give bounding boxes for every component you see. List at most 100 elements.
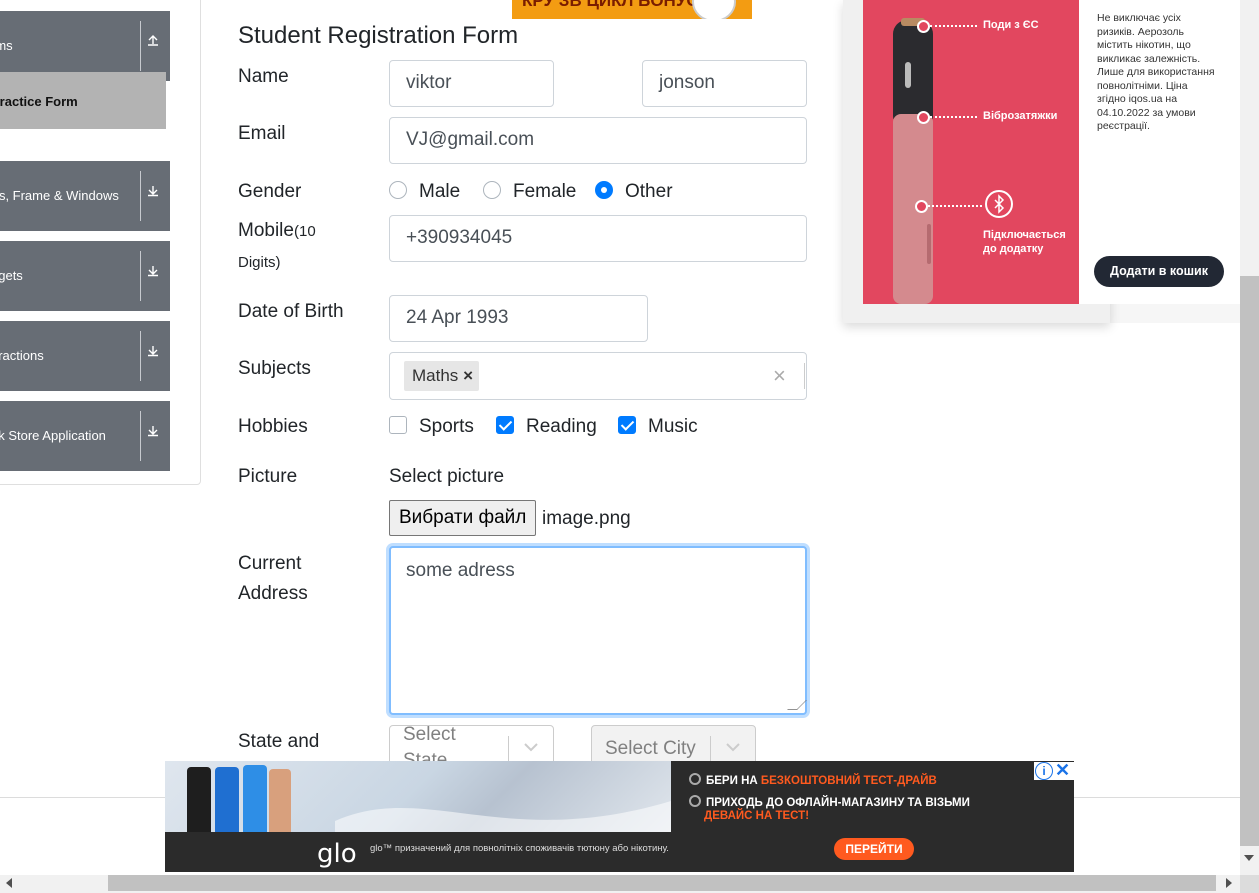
hobby-sports-checkbox[interactable]: Sports <box>389 416 474 438</box>
divider <box>508 736 509 762</box>
email-label: Email <box>238 123 286 144</box>
state-placeholder: Select <box>403 725 456 745</box>
divider <box>140 251 141 301</box>
info-icon[interactable]: i <box>1035 762 1053 780</box>
subjects-label: Subjects <box>238 358 311 379</box>
top-ad-fineprint <box>752 0 845 19</box>
add-to-cart-button[interactable]: Додати в кошик <box>1094 256 1224 287</box>
radio-button[interactable] <box>389 181 407 199</box>
hobby-reading-checkbox[interactable]: Reading <box>496 416 597 438</box>
mobile-label-text: Mobile <box>238 220 294 241</box>
scroll-left-icon[interactable] <box>6 878 12 888</box>
state-city-label: State and <box>238 731 320 752</box>
address-label-line2: Address <box>238 583 308 604</box>
chosen-file-name: image.png <box>542 508 631 529</box>
feature-dot-icon <box>917 20 930 33</box>
vertical-scrollbar[interactable] <box>1240 0 1259 875</box>
sidebar-group-label: ok Store Application <box>0 428 106 443</box>
ad-fineprint: glo™ призначений для повнолітніх спожива… <box>370 843 669 854</box>
hobby-music-checkbox[interactable]: Music <box>618 416 698 438</box>
chip-remove-icon[interactable]: × <box>463 361 473 391</box>
mobile-hint-digits: Digits) <box>238 254 281 271</box>
scroll-down-icon[interactable] <box>1244 855 1254 861</box>
choose-file-button[interactable]: Вибрати файл <box>389 500 537 536</box>
chevron-down-icon[interactable] <box>521 736 541 756</box>
gender-male-radio[interactable]: Male <box>389 181 460 203</box>
sidebar-group-alerts[interactable]: rts, Frame & Windows <box>0 161 170 231</box>
sidebar-panel: rms Practice Form rts, Frame & Windows d… <box>0 0 201 485</box>
sidebar-item-practice-form[interactable]: Practice Form <box>0 72 166 129</box>
chevron-down-icon[interactable] <box>723 736 743 756</box>
bullet-icon <box>689 795 701 807</box>
radio-button[interactable] <box>483 181 501 199</box>
checkbox-label: Music <box>648 416 698 437</box>
ad-line-2-highlight: ДЕВАЙС НА ТЕСТ! <box>704 810 810 822</box>
feature-dot-icon <box>915 200 928 213</box>
mobile-label: Mobile(10 <box>238 220 316 242</box>
clear-icon[interactable]: × <box>773 363 786 389</box>
sidebar-group-forms[interactable]: rms <box>0 11 170 81</box>
go-button[interactable]: ПЕРЕЙТИ <box>834 838 914 860</box>
gender-label: Gender <box>238 181 302 202</box>
scrollbar-corner <box>1240 875 1259 893</box>
glo-logo: glo <box>317 839 357 869</box>
checkbox-checked[interactable] <box>496 416 514 434</box>
clock-icon <box>692 0 736 19</box>
ad-controls: i ✕ <box>1034 761 1074 781</box>
sidebar-group-label: rts, Frame & Windows <box>0 188 119 203</box>
upload-icon[interactable] <box>143 33 163 50</box>
checkbox-label: Sports <box>419 416 474 437</box>
device-image-icon <box>893 18 933 304</box>
date-of-birth-input[interactable]: 24 Apr 1993 <box>389 295 648 342</box>
download-icon[interactable] <box>143 183 163 200</box>
first-name-input[interactable]: viktor <box>389 60 554 107</box>
top-ad-banner[interactable]: КРУ ЗВ ЦИКЛ БОНУС <box>512 0 845 19</box>
bottom-ad-banner[interactable]: glo glo™ призначений для повнолітніх спо… <box>165 761 1074 872</box>
download-icon[interactable] <box>143 263 163 280</box>
radio-label: Other <box>625 181 673 202</box>
scrollbar-thumb[interactable] <box>108 875 1216 891</box>
ad-product-panel <box>863 0 1079 304</box>
subjects-input[interactable]: Maths × × <box>389 352 807 400</box>
picture-label: Picture <box>238 466 298 487</box>
ad-line-2: ПРИХОДЬ ДО ОФЛАЙН-МАГАЗИНУ ТА ВІЗЬМИ <box>689 795 970 809</box>
sidebar-group-label: dgets <box>0 268 23 283</box>
pointer-line <box>930 25 977 27</box>
radio-button-selected[interactable] <box>595 181 613 199</box>
divider <box>804 363 805 389</box>
divider <box>140 411 141 461</box>
ad-line-1-highlight: БЕЗКОШТОВНИЙ ТЕСТ-ДРАЙВ <box>760 775 937 787</box>
horizontal-scrollbar[interactable] <box>0 875 1240 893</box>
scrollbar-thumb[interactable] <box>1240 276 1259 846</box>
scroll-right-icon[interactable] <box>1226 878 1232 888</box>
download-icon[interactable] <box>143 343 163 360</box>
current-address-textarea[interactable]: some adress <box>389 546 807 715</box>
divider <box>140 171 141 221</box>
page-title: Student Registration Form <box>238 22 519 49</box>
download-icon[interactable] <box>143 423 163 440</box>
last-name-input[interactable]: jonson <box>642 60 807 107</box>
divider <box>140 21 141 71</box>
hobbies-label: Hobbies <box>238 416 308 437</box>
divider <box>140 331 141 381</box>
checkbox[interactable] <box>389 416 407 434</box>
address-label-line1: Current <box>238 553 302 574</box>
mobile-input[interactable]: +390934045 <box>389 215 807 262</box>
sidebar-group-interactions[interactable]: eractions <box>0 321 170 391</box>
ad-line-1-text: БЕРИ НА <box>706 775 761 787</box>
sidebar-group-label: rms <box>0 38 13 53</box>
close-icon[interactable]: ✕ <box>1055 761 1070 781</box>
sidebar-group-widgets[interactable]: dgets <box>0 241 170 311</box>
gender-other-radio[interactable]: Other <box>595 181 673 203</box>
subject-chip: Maths × <box>404 361 479 391</box>
checkbox-checked[interactable] <box>618 416 636 434</box>
resize-handle-icon[interactable] <box>787 700 807 710</box>
gender-female-radio[interactable]: Female <box>483 181 576 203</box>
radio-label: Female <box>513 181 577 202</box>
side-ad-banner[interactable]: Поди з ЄС Віброзатяжки Підключається до … <box>843 0 1240 323</box>
divider <box>710 736 711 762</box>
email-input[interactable]: VJ@gmail.com <box>389 117 807 164</box>
sidebar-group-book-store[interactable]: ok Store Application <box>0 401 170 471</box>
bullet-icon <box>689 773 701 785</box>
ad-line-1: БЕРИ НА БЕЗКОШТОВНИЙ ТЕСТ-ДРАЙВ <box>689 773 937 787</box>
